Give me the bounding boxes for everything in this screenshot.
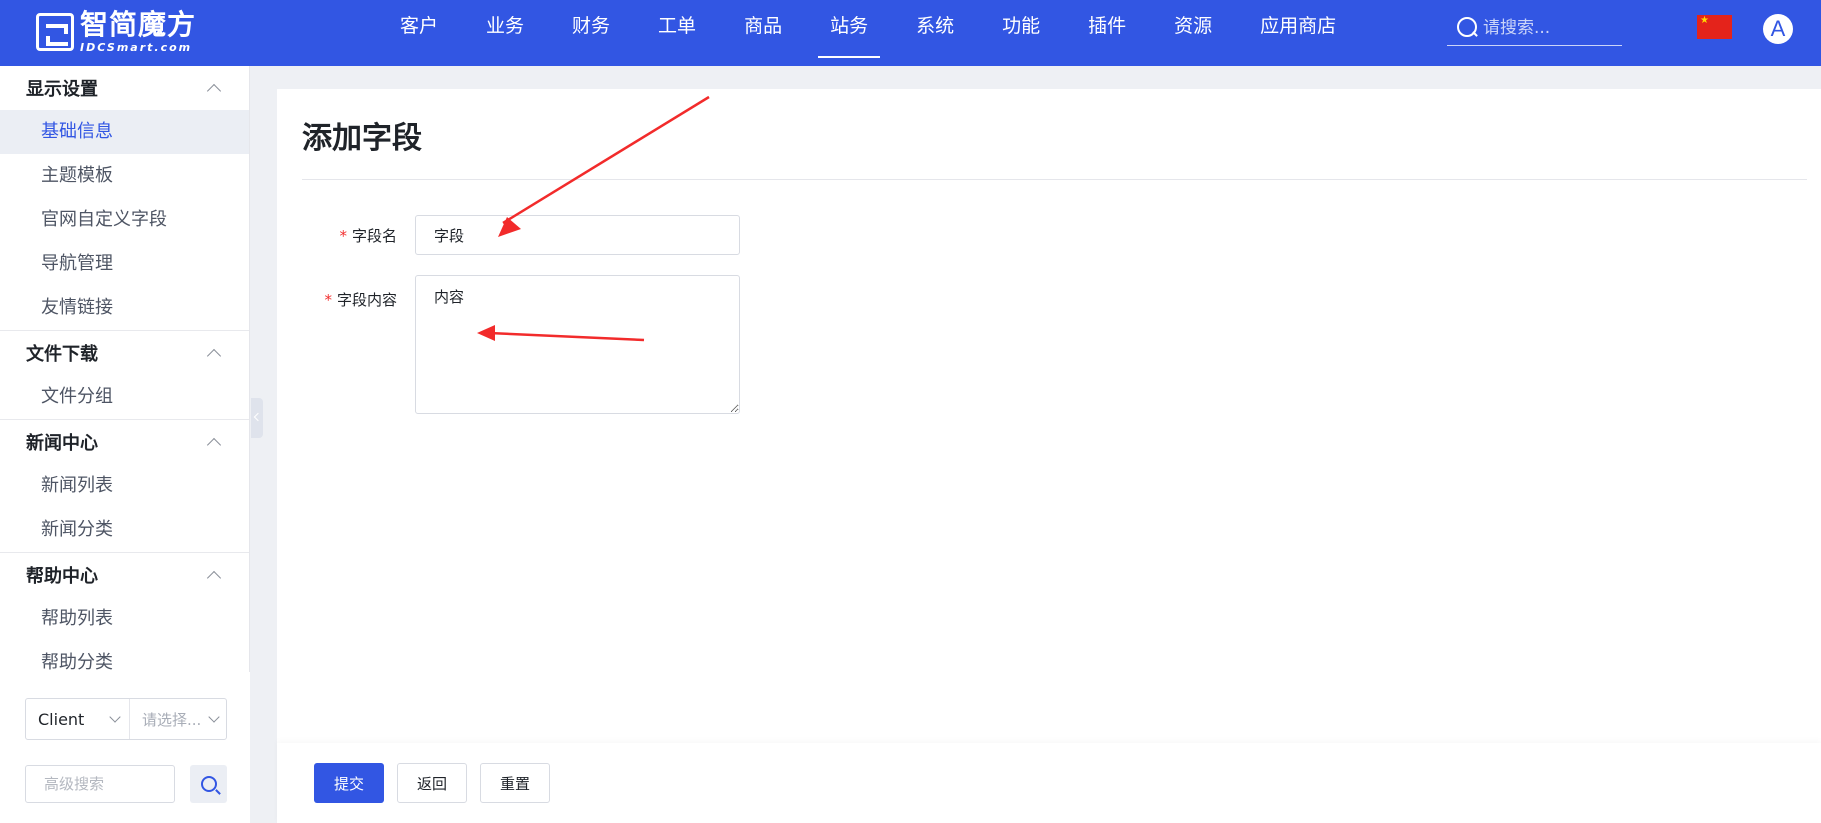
- global-search: [1447, 10, 1622, 46]
- sidebar-item-friend-links[interactable]: 友情链接: [0, 286, 249, 330]
- sidebar-item-theme-template[interactable]: 主题模板: [0, 154, 249, 198]
- brand-name: 智简魔方: [80, 8, 197, 41]
- nav-item-product[interactable]: 商品: [732, 0, 794, 58]
- main-panel: 添加字段 *字段名 *字段内容 内容 提交 返回 重置: [277, 89, 1821, 823]
- page-title: 添加字段: [302, 121, 422, 156]
- sidebar-group-file-download: 文件下载 文件分组: [0, 331, 249, 420]
- search-input[interactable]: [1483, 17, 1613, 38]
- logo-icon: [36, 13, 74, 51]
- sidebar-item-news-list[interactable]: 新闻列表: [0, 464, 249, 508]
- back-button[interactable]: 返回: [397, 763, 467, 803]
- chevron-down-icon: [208, 711, 220, 723]
- sidebar-group-header[interactable]: 新闻中心: [0, 420, 249, 464]
- top-navbar: 智简魔方 IDCSmart.com 客户 业务 财务 工单 商品 站务 系统 功…: [0, 0, 1821, 66]
- field-name-label-text: 字段名: [351, 227, 397, 245]
- sidebar-item-custom-fields[interactable]: 官网自定义字段: [0, 198, 249, 242]
- sidebar-item-basic-info[interactable]: 基础信息: [0, 110, 249, 154]
- sidebar: 显示设置 基础信息 主题模板 官网自定义字段 导航管理 友情链接 文件下载 文件…: [0, 66, 250, 823]
- scope-select[interactable]: Client: [26, 699, 130, 739]
- sidebar-item-file-groups[interactable]: 文件分组: [0, 375, 249, 419]
- sidebar-group-header[interactable]: 文件下载: [0, 331, 249, 375]
- title-divider: [302, 179, 1807, 180]
- option-select[interactable]: 请选择...: [130, 699, 226, 739]
- scope-select-group: Client 请选择...: [25, 698, 227, 740]
- sidebar-group-help-center: 帮助中心 帮助列表 帮助分类: [0, 553, 249, 672]
- brand-logo[interactable]: 智简魔方 IDCSmart.com: [36, 9, 196, 55]
- required-mark: *: [324, 291, 332, 309]
- sidebar-group-title: 显示设置: [26, 79, 98, 100]
- chevron-up-icon: [206, 348, 222, 364]
- nav-item-customer[interactable]: 客户: [388, 0, 450, 58]
- advanced-search-input[interactable]: [25, 765, 175, 803]
- sidebar-group-title: 帮助中心: [26, 566, 98, 587]
- main-nav: 客户 业务 财务 工单 商品 站务 系统 功能 插件 资源 应用商店: [388, 0, 1372, 66]
- form-action-bar: 提交 返回 重置: [277, 743, 1821, 823]
- reset-button[interactable]: 重置: [480, 763, 550, 803]
- sidebar-group-header[interactable]: 显示设置: [0, 66, 249, 110]
- field-content-label-text: 字段内容: [336, 291, 397, 309]
- chevron-down-icon: [109, 711, 121, 723]
- nav-item-site-affairs[interactable]: 站务: [818, 0, 881, 58]
- sidebar-item-news-category[interactable]: 新闻分类: [0, 508, 249, 552]
- sidebar-group-title: 文件下载: [26, 344, 98, 365]
- nav-item-ticket[interactable]: 工单: [646, 0, 708, 58]
- language-flag-icon[interactable]: [1697, 15, 1732, 39]
- nav-item-resources[interactable]: 资源: [1162, 0, 1224, 58]
- submit-button[interactable]: 提交: [314, 763, 384, 803]
- field-name-input[interactable]: [415, 215, 740, 255]
- sidebar-item-navigation[interactable]: 导航管理: [0, 242, 249, 286]
- sidebar-collapse-handle[interactable]: [251, 398, 263, 438]
- sidebar-menu: 显示设置 基础信息 主题模板 官网自定义字段 导航管理 友情链接 文件下载 文件…: [0, 66, 249, 672]
- chevron-up-icon: [206, 570, 222, 586]
- user-avatar[interactable]: A: [1763, 14, 1793, 44]
- chevron-up-icon: [206, 437, 222, 453]
- sidebar-item-help-list[interactable]: 帮助列表: [0, 597, 249, 641]
- field-content-textarea[interactable]: 内容: [415, 275, 740, 414]
- nav-item-finance[interactable]: 财务: [560, 0, 622, 58]
- nav-item-app-store[interactable]: 应用商店: [1248, 0, 1348, 58]
- search-icon: [200, 776, 217, 792]
- brand-sub: IDCSmart.com: [80, 41, 193, 54]
- sidebar-group-display-settings: 显示设置 基础信息 主题模板 官网自定义字段 导航管理 友情链接: [0, 66, 249, 331]
- sidebar-group-title: 新闻中心: [26, 433, 98, 454]
- sidebar-item-help-category[interactable]: 帮助分类: [0, 641, 249, 672]
- sidebar-group-header[interactable]: 帮助中心: [0, 553, 249, 597]
- nav-item-features[interactable]: 功能: [990, 0, 1052, 58]
- sidebar-filter: Client 请选择...: [0, 672, 250, 823]
- option-select-placeholder: 请选择...: [142, 710, 202, 729]
- search-icon[interactable]: [1457, 16, 1479, 39]
- field-name-label: * 字段名: [277, 225, 397, 246]
- chevron-up-icon: [206, 83, 222, 99]
- required-mark: *: [339, 227, 347, 245]
- nav-item-plugins[interactable]: 插件: [1076, 0, 1138, 58]
- scope-select-value: Client: [38, 709, 85, 729]
- nav-item-system[interactable]: 系统: [904, 0, 966, 58]
- field-content-label: * 字段内容: [277, 289, 397, 310]
- sidebar-group-news-center: 新闻中心 新闻列表 新闻分类: [0, 420, 249, 553]
- nav-item-business[interactable]: 业务: [474, 0, 536, 58]
- advanced-search-button[interactable]: [190, 765, 227, 803]
